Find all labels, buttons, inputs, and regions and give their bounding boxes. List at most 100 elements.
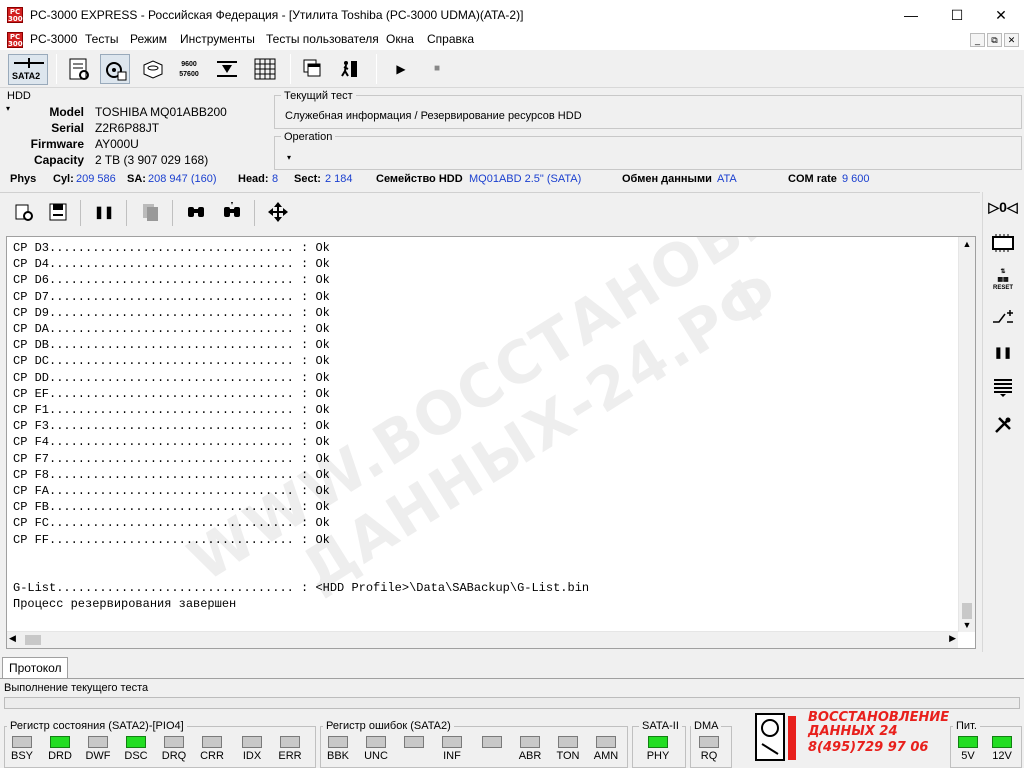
- move-icon[interactable]: [264, 198, 292, 226]
- vertical-scroll-thumb[interactable]: [962, 603, 972, 619]
- mdi-minimize-button[interactable]: _: [970, 33, 985, 47]
- protocol-log[interactable]: WWW.ВОССТАНОВЛЕНИЕ- ДАННЫХ-24.РФ CP D3..…: [6, 236, 976, 649]
- capacity-label: Capacity: [33, 153, 84, 167]
- stop-icon[interactable]: ■: [422, 54, 452, 84]
- status-register-title: Регистр состояния (SATA2)-[PIO4]: [7, 720, 187, 732]
- family-value: MQ01ABD 2.5" (SATA): [469, 173, 582, 185]
- error-amn-led: [596, 736, 616, 748]
- phys-label: Phys: [10, 173, 37, 185]
- status-drd-led: [50, 736, 70, 748]
- error-ton-label: TON: [556, 750, 580, 762]
- error-inf-label: INF: [443, 750, 461, 762]
- mdi-restore-button[interactable]: ⧉: [987, 33, 1002, 47]
- log-line: CP FF.................................. …: [13, 532, 330, 547]
- model-label: Model: [49, 105, 84, 119]
- grid-icon[interactable]: [250, 54, 280, 84]
- windows-icon[interactable]: [298, 54, 328, 84]
- status-crr-label: CRR: [200, 750, 224, 762]
- copy-icon[interactable]: [136, 198, 164, 226]
- sata-port-button[interactable]: SATA2: [8, 54, 48, 85]
- drive-scan-icon[interactable]: [64, 54, 94, 84]
- current-test-panel: Текущий тест Служебная информация / Резе…: [274, 90, 1022, 129]
- save-drive-icon[interactable]: [44, 198, 72, 226]
- sata-label: SATA2: [12, 71, 41, 81]
- capacity-value: 2 TB (3 907 029 168): [95, 153, 209, 167]
- drive-settings-icon[interactable]: [10, 198, 38, 226]
- power-5v-label: 5V: [961, 750, 975, 762]
- status-drq-label: DRQ: [161, 750, 187, 762]
- horizontal-scroll-thumb[interactable]: [25, 635, 41, 645]
- maximize-button[interactable]: ☐: [934, 0, 980, 30]
- status-drq-led: [164, 736, 184, 748]
- play-icon[interactable]: ▶: [386, 54, 416, 84]
- com-rate-value: 9 600: [842, 173, 870, 185]
- menu-mode[interactable]: Режим: [130, 32, 167, 46]
- log-line: CP FB.................................. …: [13, 500, 330, 515]
- menu-tools[interactable]: Инструменты: [180, 32, 255, 46]
- find-icon[interactable]: [182, 198, 210, 226]
- gear-drive-icon[interactable]: [100, 54, 130, 84]
- baud-top-label: 9600: [181, 61, 197, 68]
- menu-help[interactable]: Справка: [427, 32, 474, 46]
- scroll-left-icon[interactable]: ◀: [9, 633, 16, 644]
- log-line: CP F3.................................. …: [13, 419, 330, 434]
- scroll-down-icon[interactable]: ▼: [959, 619, 975, 631]
- status-err-led: [280, 736, 300, 748]
- disk-icon[interactable]: [138, 54, 168, 84]
- menu-tests[interactable]: Тесты: [85, 32, 118, 46]
- vertical-scrollbar[interactable]: ▲ ▼: [958, 237, 975, 632]
- firmware-value: AY000U: [95, 137, 139, 151]
- operation-panel: Operation ▾: [274, 131, 1022, 170]
- log-line: CP F4.................................. …: [13, 435, 330, 450]
- sect-value: 2 184: [325, 173, 353, 185]
- log-lines: CP D3.................................. …: [13, 240, 589, 613]
- minimize-button[interactable]: —: [888, 0, 934, 30]
- scroll-up-icon[interactable]: ▲: [959, 237, 975, 251]
- sata-phy-led: [648, 736, 668, 748]
- menu-windows[interactable]: Окна: [386, 32, 414, 46]
- serial-label: Serial: [51, 121, 84, 135]
- title-bar[interactable]: PC 3000 PC-3000 EXPRESS - Российская Фед…: [0, 0, 1024, 30]
- error-reserved-2-led: [404, 736, 424, 748]
- cyl-label: Cyl:: [53, 173, 74, 185]
- menu-user-tests[interactable]: Тесты пользователя: [266, 32, 379, 46]
- sidebar-pause-icon[interactable]: ❚❚: [988, 340, 1018, 366]
- operation-dropdown-icon[interactable]: ▾: [287, 153, 291, 162]
- power-12v-label: 12V: [992, 750, 1012, 762]
- power-12v-led: [992, 736, 1012, 748]
- brand-line-2: ДАННЫХ 24: [808, 724, 898, 739]
- mdi-close-button[interactable]: ✕: [1004, 33, 1019, 47]
- close-button[interactable]: ✕: [978, 0, 1024, 30]
- tab-protocol[interactable]: Протокол: [2, 657, 68, 678]
- progress-bar: [4, 697, 1020, 709]
- mdi-app-icon[interactable]: PC 3000: [7, 32, 27, 48]
- lba-icon[interactable]: [212, 54, 242, 84]
- log-line: CP DC.................................. …: [13, 354, 330, 369]
- log-line: CP DB.................................. …: [13, 338, 330, 353]
- find-next-icon[interactable]: [218, 198, 246, 226]
- reset-icon[interactable]: ⇅ ▦▦ RESET: [988, 266, 1018, 292]
- menu-pc3000[interactable]: PC-3000: [30, 32, 77, 46]
- head-value: 8: [272, 173, 279, 185]
- scroll-right-icon[interactable]: ▶: [949, 633, 956, 644]
- hdd-logo-icon: [755, 713, 796, 761]
- exit-icon[interactable]: [334, 54, 364, 84]
- tools-icon[interactable]: [988, 412, 1018, 438]
- chip-icon[interactable]: [988, 230, 1018, 256]
- error-unc-led: [366, 736, 386, 748]
- status-err-label: ERR: [278, 750, 302, 762]
- power-reset-icon[interactable]: ▷0◁: [988, 194, 1018, 220]
- list-icon[interactable]: [988, 374, 1018, 400]
- status-idx-led: [242, 736, 262, 748]
- cyl-value: 209 586: [76, 173, 116, 185]
- pause-icon[interactable]: ❚❚: [90, 198, 118, 226]
- firmware-label: Firmware: [30, 137, 84, 151]
- serial-value: Z2R6P88JT: [95, 121, 160, 135]
- baud-rate-icon[interactable]: 9600 57600: [174, 54, 204, 84]
- toolbar-separator: [376, 54, 377, 84]
- horizontal-scrollbar[interactable]: ◀ ▶: [7, 631, 958, 648]
- switch-icon[interactable]: [988, 304, 1018, 330]
- power-5v-led: [958, 736, 978, 748]
- phys-info-line: Phys Cyl: 209 586 SA: 208 947 (160) Head…: [0, 173, 980, 191]
